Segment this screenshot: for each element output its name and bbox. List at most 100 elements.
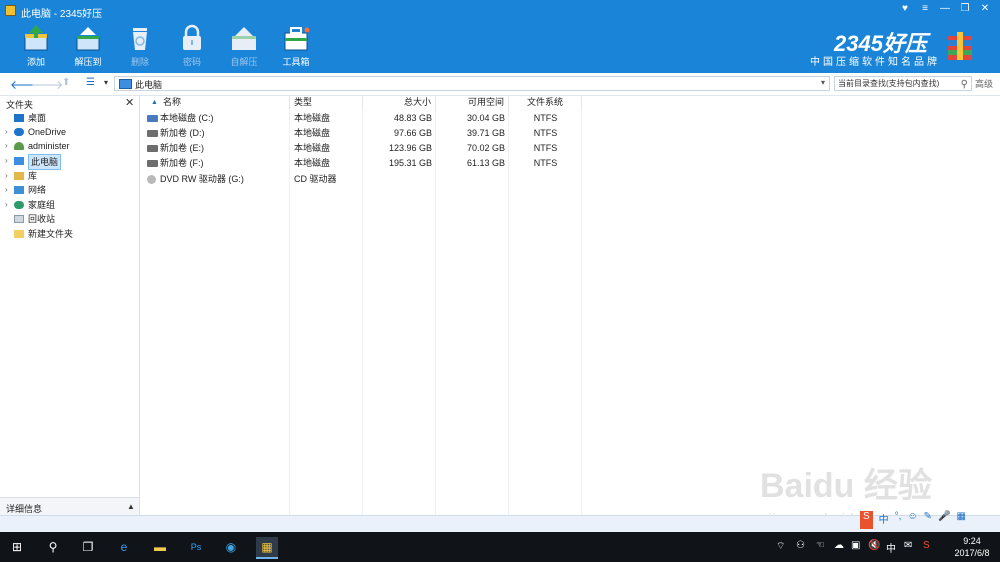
column-header-free-space[interactable]: 可用空间	[436, 95, 509, 110]
window-controls: ♥ ≡ — ❐ ✕	[896, 2, 994, 16]
table-row[interactable]: 新加卷 (F:) 本地磁盘 195.31 GB 61.13 GB NTFS	[145, 156, 585, 171]
search-input[interactable]: 当前目录查找(支持包内查找) ⚲	[834, 76, 972, 91]
table-row[interactable]: 新加卷 (E:) 本地磁盘 123.96 GB 70.02 GB NTFS	[145, 141, 585, 156]
close-icon[interactable]: ✕	[125, 96, 134, 109]
file-explorer-icon[interactable]: ▬	[149, 537, 171, 557]
tree-item-recycle-bin[interactable]: 回收站	[0, 212, 139, 226]
column-header-name[interactable]: ▲ 名称	[145, 95, 290, 110]
password-label: 密码	[182, 57, 201, 67]
tree-item-onedrive[interactable]: › OneDrive	[0, 125, 139, 139]
self-extract-label: 自解压	[230, 57, 258, 67]
maximize-button[interactable]: ❐	[956, 2, 974, 16]
toolbox-button[interactable]: 工具箱	[270, 22, 322, 68]
password-button[interactable]: 密码	[166, 22, 218, 68]
expand-arrow-icon[interactable]: ›	[5, 139, 8, 153]
expand-arrow-icon[interactable]: ›	[5, 154, 8, 168]
wifi-icon[interactable]: ⌔	[776, 540, 785, 553]
status-strip	[0, 515, 1000, 533]
column-header-file-system[interactable]: 文件系统	[509, 95, 582, 110]
chevron-up-icon[interactable]: ▲	[127, 502, 135, 511]
haozip-taskbar-icon[interactable]: ▦	[256, 537, 278, 559]
task-view-icon[interactable]: ❐	[77, 537, 99, 557]
tree-item-label: OneDrive	[28, 127, 67, 137]
expand-arrow-icon[interactable]: ›	[5, 125, 8, 139]
pen-icon[interactable]: ✎	[924, 511, 932, 529]
extract-icon	[76, 27, 100, 51]
address-dropdown-icon[interactable]: ▾	[821, 78, 825, 87]
extract-button[interactable]: 解压到	[62, 22, 114, 68]
microphone-icon[interactable]: 🎤	[938, 511, 950, 529]
self-extract-button[interactable]: 自解压	[218, 22, 270, 68]
expand-arrow-icon[interactable]: ›	[5, 169, 8, 183]
window-title: 此电脑 - 2345好压	[21, 9, 103, 20]
tree-item-desktop[interactable]: 桌面	[0, 111, 139, 125]
address-bar-row: 🡐 🡒 ⬆ ☰ ▾ 此电脑 ▾ 当前目录查找(支持包内查找) ⚲	[0, 73, 1000, 96]
delete-button[interactable]: 删除	[114, 22, 166, 68]
sogou-tray-icon[interactable]: S	[923, 540, 930, 551]
view-list-icon[interactable]: ☰	[86, 77, 95, 88]
add-label: 添加	[26, 57, 45, 67]
sort-up-icon: ▲	[151, 99, 158, 106]
dvd-drive-icon	[147, 175, 156, 184]
sogou-ime-icon[interactable]: S	[860, 511, 873, 529]
tree-item-label: 此电脑	[28, 154, 62, 170]
advanced-search-link[interactable]: 高级	[975, 77, 993, 90]
edge-browser-icon[interactable]: e	[113, 537, 135, 557]
ime-mode[interactable]: 中	[879, 511, 889, 529]
table-row[interactable]: DVD RW 驱动器 (G:) CD 驱动器	[145, 172, 585, 187]
system-drive-icon	[147, 115, 158, 122]
clock-time: 9:24	[963, 536, 981, 546]
tree-item-new-folder[interactable]: 新建文件夹	[0, 227, 139, 241]
system-clock[interactable]: 9:24 2017/6/8	[948, 535, 996, 559]
windows-start-icon[interactable]: ⊞	[6, 537, 28, 557]
people-icon[interactable]: ⚇	[796, 540, 805, 551]
lock-icon	[183, 24, 201, 50]
tree-item-administer[interactable]: › administer	[0, 139, 139, 153]
tree-item-label: 桌面	[28, 113, 47, 123]
search-icon[interactable]: ⚲	[961, 78, 968, 91]
add-button[interactable]: 添加	[10, 22, 62, 68]
drive-icon	[147, 145, 158, 152]
tree-item-label: 新建文件夹	[28, 229, 74, 239]
emoji-icon[interactable]: ☺	[907, 511, 917, 529]
tree-item-label: administer	[28, 141, 70, 151]
photoshop-icon[interactable]: Ps	[185, 537, 207, 557]
delete-icon	[133, 28, 147, 50]
tree-item-network[interactable]: › 网络	[0, 183, 139, 197]
network-icon	[14, 186, 24, 194]
details-panel-header[interactable]: 详细信息 ▲	[0, 497, 139, 516]
minimize-button[interactable]: —	[936, 2, 954, 16]
tree-item-this-pc[interactable]: › 此电脑	[0, 154, 139, 170]
app-toolbar-area: 此电脑 - 2345好压 ♥ ≡ — ❐ ✕ 添加 解压到 删除 密码 自解压 …	[0, 0, 1000, 73]
punctuation-icon[interactable]: °,	[895, 511, 902, 529]
baidu-watermark: Baidu 经验	[760, 467, 932, 505]
hand-icon[interactable]: ☜	[816, 540, 825, 551]
view-dropdown-icon[interactable]: ▾	[104, 78, 108, 87]
desktop-icon	[14, 114, 24, 122]
browser-icon[interactable]: ◉	[220, 537, 242, 557]
expand-arrow-icon[interactable]: ›	[5, 183, 8, 197]
self-extract-icon	[232, 27, 256, 50]
forward-arrow-icon[interactable]: 🡒	[31, 77, 63, 92]
column-header-type[interactable]: 类型	[290, 95, 363, 110]
table-row[interactable]: 本地磁盘 (C:) 本地磁盘 48.83 GB 30.04 GB NTFS	[145, 111, 585, 126]
column-header-total-size[interactable]: 总大小	[363, 95, 436, 110]
address-field[interactable]: 此电脑 ▾	[114, 76, 830, 91]
clock-date: 2017/6/8	[954, 548, 990, 558]
tree-item-library[interactable]: › 库	[0, 169, 139, 183]
volume-muted-icon[interactable]: 🔇	[868, 540, 880, 551]
notification-icon[interactable]: ✉	[904, 540, 912, 551]
expand-arrow-icon[interactable]: ›	[5, 198, 8, 212]
grid-icon[interactable]: ▦	[957, 511, 966, 529]
cloud-tray-icon[interactable]: ☁	[834, 540, 844, 551]
feedback-button[interactable]: ♥	[896, 2, 914, 16]
ime-tray-icon[interactable]: 中	[886, 540, 896, 555]
close-button[interactable]: ✕	[976, 2, 994, 16]
photo-tray-icon[interactable]: ▣	[851, 540, 860, 551]
menu-button[interactable]: ≡	[916, 2, 934, 16]
table-row[interactable]: 新加卷 (D:) 本地磁盘 97.66 GB 39.71 GB NTFS	[145, 126, 585, 141]
user-icon	[14, 142, 24, 150]
tree-item-homegroup[interactable]: › 家庭组	[0, 198, 139, 212]
up-folder-icon[interactable]: ⬆	[62, 77, 70, 88]
search-icon[interactable]: ⚲	[42, 537, 64, 557]
